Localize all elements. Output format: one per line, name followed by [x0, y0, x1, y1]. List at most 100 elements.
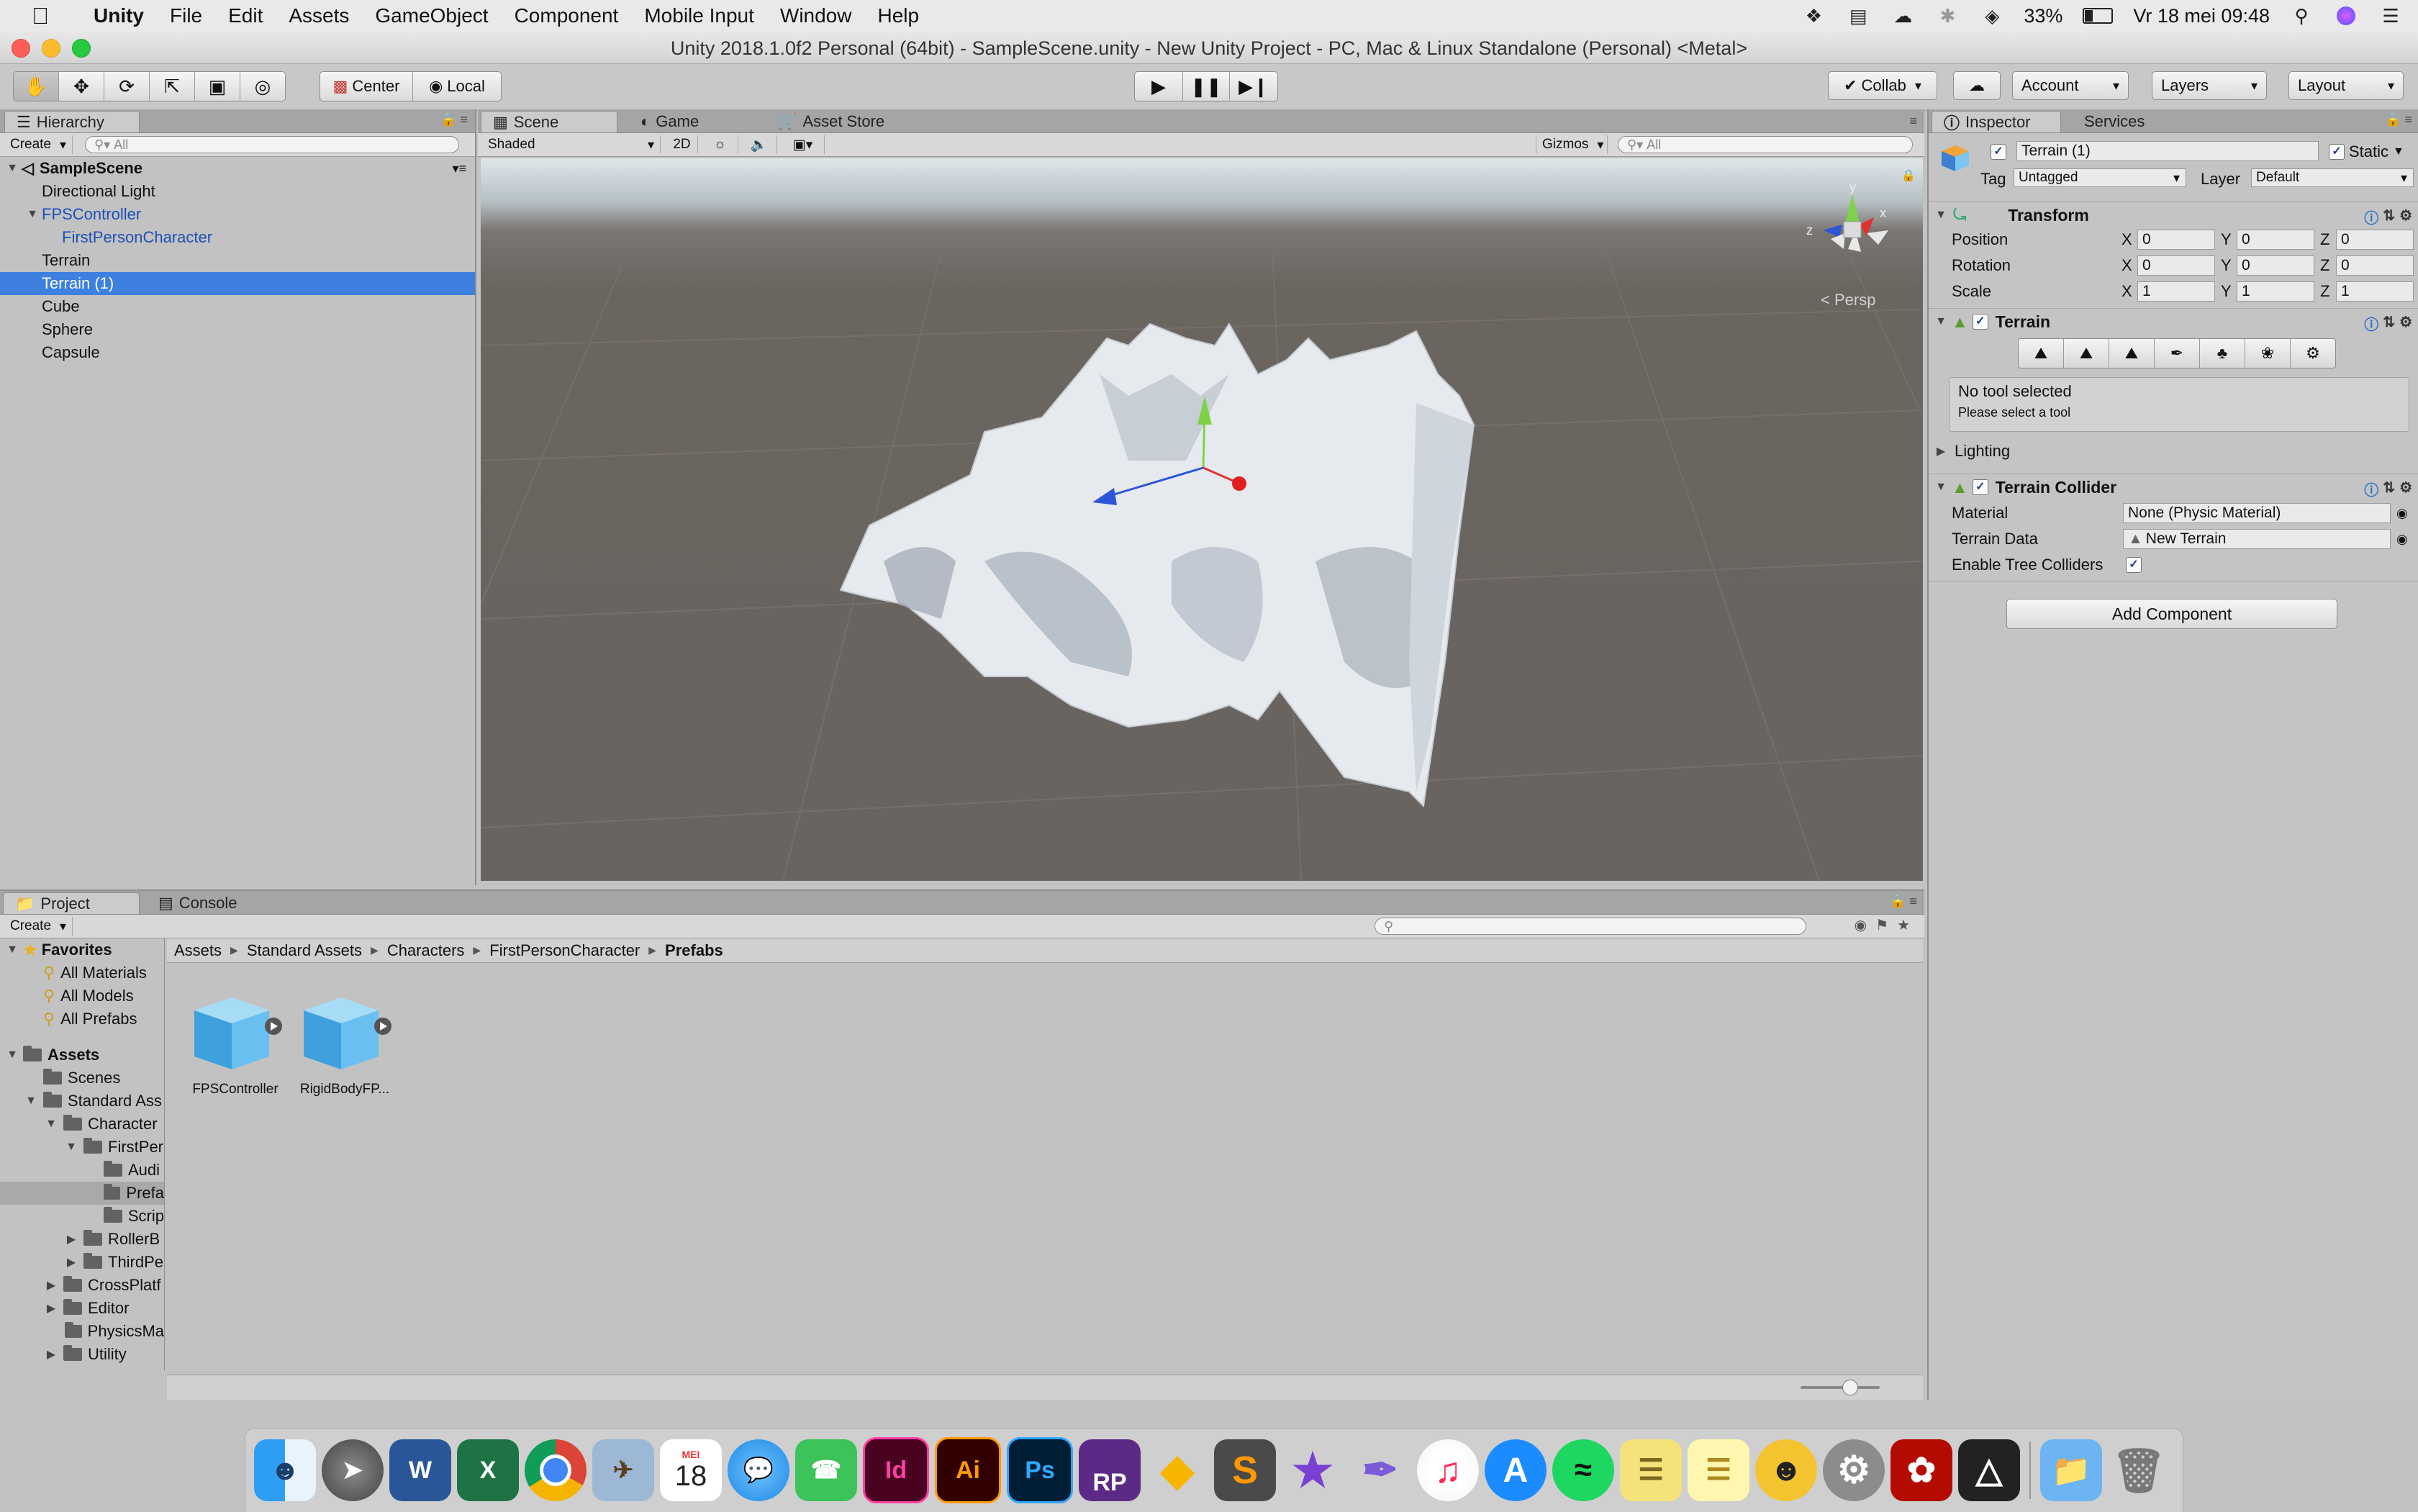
- position-y-field[interactable]: 0: [2237, 230, 2314, 250]
- project-create-button[interactable]: Create: [4, 917, 73, 936]
- orientation-gizmo[interactable]: y x z: [1802, 180, 1903, 273]
- account-dropdown[interactable]: Account: [2012, 71, 2129, 100]
- creative-cloud-icon[interactable]: ☁: [1890, 5, 1916, 27]
- expand-triangle-icon[interactable]: ▼: [26, 208, 39, 221]
- hand-tool-icon[interactable]: ✋: [14, 72, 59, 101]
- inspector-menu-icon[interactable]: 🔒 ≡: [2385, 112, 2412, 127]
- dock-photoshop-icon[interactable]: Ps: [1007, 1437, 1073, 1503]
- bluetooth-icon[interactable]: ✱: [1934, 5, 1960, 27]
- expand-triangle-icon[interactable]: ▼: [6, 943, 19, 956]
- folder-firstpersoncharacter[interactable]: ▼ FirstPer: [0, 1136, 164, 1159]
- terrain-enabled-checkbox[interactable]: ✓: [1972, 314, 1988, 330]
- tab-scene[interactable]: ▦ Scene: [481, 111, 617, 132]
- icon-size-slider[interactable]: [1801, 1380, 1880, 1395]
- apple-icon[interactable]: : [26, 3, 55, 29]
- clock[interactable]: Vr 18 mei 09:48: [2133, 5, 2270, 27]
- asset-rigidbodyfpscontroller[interactable]: RigidBodyFP...: [298, 992, 391, 1097]
- dock-sublime-icon[interactable]: S: [1214, 1439, 1276, 1501]
- paint-details-icon[interactable]: ❀: [2245, 339, 2291, 368]
- dock-finder-icon[interactable]: ☻: [254, 1439, 316, 1501]
- spotlight-search-icon[interactable]: ⚲: [2288, 5, 2314, 27]
- filter-by-type-icon[interactable]: ◉: [1855, 916, 1867, 934]
- expand-triangle-icon[interactable]: ▼: [6, 1049, 19, 1061]
- pivot-local-button[interactable]: ◉ Local: [413, 72, 501, 101]
- layers-dropdown[interactable]: Layers: [2152, 71, 2267, 100]
- dock-spotify-icon[interactable]: ≈: [1552, 1439, 1614, 1501]
- dock-sketch-icon[interactable]: ◆: [1146, 1439, 1208, 1501]
- dock-app-store-icon[interactable]: A: [1485, 1439, 1547, 1501]
- expand-triangle-icon[interactable]: ▼: [6, 162, 19, 175]
- tab-project[interactable]: 📁 Project: [3, 892, 140, 914]
- gizmos-dropdown[interactable]: Gizmos: [1536, 135, 1608, 154]
- lighting-foldout[interactable]: ▶ Lighting: [1929, 439, 2418, 463]
- tab-game[interactable]: ◐ Game: [629, 111, 759, 132]
- folder-utility[interactable]: ▶ Utility: [0, 1343, 164, 1366]
- hierarchy-item-sphere[interactable]: Sphere: [0, 318, 475, 341]
- add-component-button[interactable]: Add Component: [2006, 599, 2337, 629]
- asset-fpscontroller[interactable]: FPSController: [189, 992, 282, 1097]
- folder-physicsmaterials[interactable]: PhysicsMa: [0, 1320, 164, 1343]
- tree-colliders-checkbox[interactable]: ✓: [2126, 557, 2142, 573]
- tab-inspector[interactable]: ⓘ Inspector: [1932, 111, 2061, 132]
- tab-console[interactable]: ▤ Console: [147, 892, 276, 914]
- dock-chrome-icon[interactable]: [525, 1439, 587, 1501]
- rotation-y-field[interactable]: 0: [2237, 255, 2314, 276]
- position-x-field[interactable]: 0: [2137, 230, 2215, 250]
- hierarchy-item-fpscontroller[interactable]: ▼ FPSController: [0, 203, 475, 226]
- notification-center-icon[interactable]: ☰: [2378, 5, 2404, 27]
- menu-app-unity[interactable]: Unity: [81, 4, 157, 27]
- object-picker-icon[interactable]: ◉: [2396, 532, 2408, 547]
- scene-lighting-icon[interactable]: ☼: [702, 135, 738, 154]
- rotation-z-field[interactable]: 0: [2336, 255, 2414, 276]
- folder-standard-assets[interactable]: ▼ Standard Ass: [0, 1090, 164, 1113]
- collapsed-triangle-icon[interactable]: ▶: [65, 1255, 78, 1269]
- dock-imovie-icon[interactable]: ★: [1282, 1439, 1344, 1501]
- step-button[interactable]: ▶❙: [1230, 72, 1277, 101]
- hierarchy-item-firstpersoncharacter[interactable]: FirstPersonCharacter: [0, 226, 475, 249]
- shading-mode-dropdown[interactable]: Shaded: [482, 135, 661, 154]
- menu-mobile-input[interactable]: Mobile Input: [631, 4, 767, 27]
- project-search-input[interactable]: ⚲: [1375, 918, 1806, 935]
- layer-dropdown[interactable]: Default: [2251, 168, 2414, 187]
- collab-button[interactable]: ✔ Collab: [1828, 71, 1937, 100]
- dock-unity-icon[interactable]: △: [1958, 1439, 2020, 1501]
- scene-audio-icon[interactable]: 🔈: [741, 135, 777, 154]
- folder-scripts[interactable]: Scrip: [0, 1205, 164, 1228]
- dock-downloads-folder-icon[interactable]: 📁: [2040, 1439, 2102, 1501]
- tab-asset-store[interactable]: 🛒 Asset Store: [766, 111, 910, 132]
- folder-assets[interactable]: ▼ Assets: [0, 1044, 164, 1067]
- panel-menu-icon[interactable]: 🔒 ≡: [440, 112, 468, 127]
- folder-characters[interactable]: ▼ Character: [0, 1113, 164, 1136]
- expand-triangle-icon[interactable]: ▼: [65, 1141, 78, 1154]
- breadcrumb-item[interactable]: FirstPersonCharacter: [489, 941, 640, 960]
- breadcrumb-current[interactable]: Prefabs: [665, 941, 723, 960]
- perspective-label[interactable]: < Persp: [1821, 291, 1875, 309]
- menu-component[interactable]: Component: [502, 4, 632, 27]
- tag-dropdown[interactable]: Untagged: [2014, 168, 2186, 187]
- raise-lower-terrain-icon[interactable]: ⛰: [2019, 339, 2064, 368]
- expand-triangle-icon[interactable]: ▼: [1934, 315, 1947, 328]
- istat-icon[interactable]: ▤: [1845, 5, 1871, 27]
- menu-window[interactable]: Window: [767, 4, 865, 27]
- toggle-2d-button[interactable]: 2D: [666, 135, 698, 154]
- transform-tool-icon[interactable]: ◎: [240, 72, 285, 101]
- position-z-field[interactable]: 0: [2336, 230, 2414, 250]
- menu-assets[interactable]: Assets: [276, 4, 362, 27]
- menu-gameobject[interactable]: GameObject: [362, 4, 501, 27]
- wifi-icon[interactable]: ◈: [1979, 5, 2005, 27]
- scene-menu-icon[interactable]: ▾≡: [452, 161, 466, 176]
- scene-viewport[interactable]: y x z < Persp 🔒: [481, 158, 1923, 881]
- favorite-all-models[interactable]: ⚲ All Models: [0, 984, 164, 1008]
- tab-hierarchy[interactable]: ☰ Hierarchy: [4, 111, 140, 132]
- folder-editor[interactable]: ▶ Editor: [0, 1297, 164, 1320]
- scale-tool-icon[interactable]: ⇱: [150, 72, 195, 101]
- siri-icon[interactable]: [2333, 5, 2359, 27]
- scale-y-field[interactable]: 1: [2237, 281, 2314, 302]
- gameobject-active-toggle[interactable]: ✓: [1991, 144, 2006, 160]
- gizmo-lock-icon[interactable]: 🔒: [1901, 168, 1916, 183]
- object-picker-icon[interactable]: ◉: [2396, 506, 2408, 521]
- rotate-tool-icon[interactable]: ⟳: [104, 72, 150, 101]
- gear-icon[interactable]: ⚙: [2399, 313, 2412, 334]
- dock-facetime-icon[interactable]: ☎: [795, 1439, 857, 1501]
- project-menu-icon[interactable]: 🔒 ≡: [1890, 894, 1917, 909]
